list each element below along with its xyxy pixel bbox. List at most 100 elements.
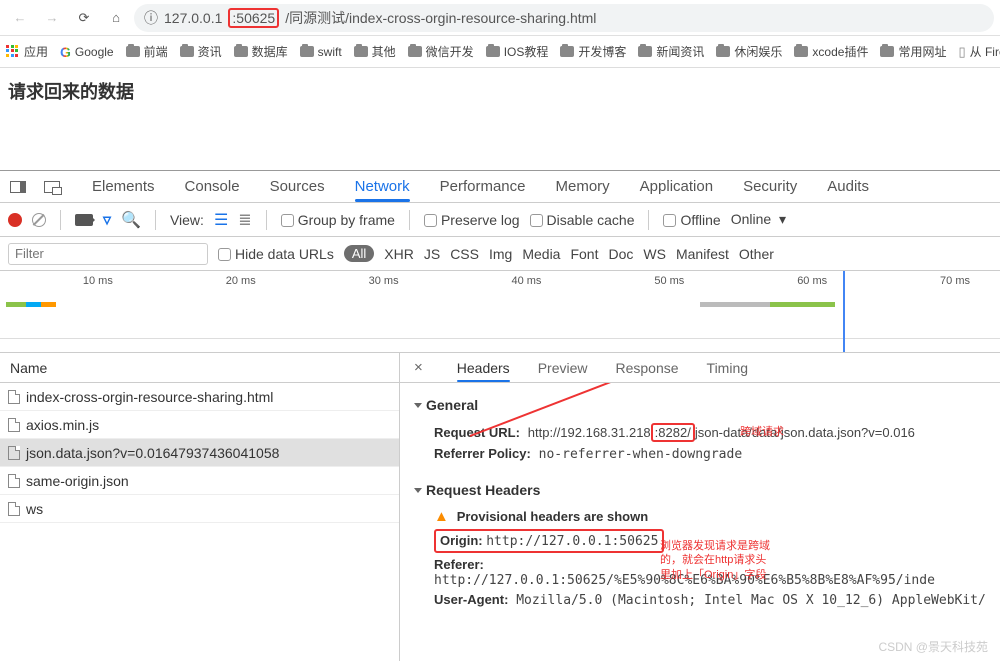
provisional-warning: ▲ Provisional headers are shown <box>414 506 986 527</box>
large-rows-icon[interactable]: ☰ <box>214 210 228 230</box>
device-toggle-icon[interactable] <box>44 181 60 193</box>
page-content: 请求回来的数据 <box>0 68 1000 170</box>
search-icon[interactable]: 🔍 <box>121 210 141 230</box>
tab-network[interactable]: Network <box>355 178 410 195</box>
screenshot-icon[interactable] <box>75 214 93 226</box>
filter-img[interactable]: Img <box>489 246 512 262</box>
bookmark-folder[interactable]: 开发博客 <box>560 43 626 60</box>
back-button[interactable]: ← <box>6 4 34 32</box>
filter-other[interactable]: Other <box>739 246 774 262</box>
request-row[interactable]: json.data.json?v=0.01647937436041058 <box>0 439 399 467</box>
filter-xhr[interactable]: XHR <box>384 246 414 262</box>
file-icon <box>8 418 20 432</box>
filter-all[interactable]: All <box>344 245 374 262</box>
preserve-log-checkbox[interactable]: Preserve log <box>424 212 520 228</box>
tab-security[interactable]: Security <box>743 178 797 195</box>
folder-icon <box>300 46 314 57</box>
filter-ws[interactable]: WS <box>643 246 666 262</box>
bookmark-folder[interactable]: IOS教程 <box>486 43 549 60</box>
file-icon <box>8 474 20 488</box>
throttling-select[interactable]: Online ▾ <box>731 211 786 228</box>
bookmark-folder[interactable]: 其他 <box>354 43 396 60</box>
disclosure-triangle-icon <box>414 403 422 408</box>
filter-font[interactable]: Font <box>570 246 598 262</box>
bookmark-folder[interactable]: 资讯 <box>180 43 222 60</box>
filter-toggle-icon[interactable]: ▿ <box>103 210 111 230</box>
request-row[interactable]: index-cross-orgin-resource-sharing.html <box>0 383 399 411</box>
annotation-cross-origin: 跨域请求 <box>740 423 784 439</box>
network-timeline[interactable]: 10 ms 20 ms 30 ms 40 ms 50 ms 60 ms 70 m… <box>0 271 1000 353</box>
request-row[interactable]: axios.min.js <box>0 411 399 439</box>
request-list: Name index-cross-orgin-resource-sharing.… <box>0 353 400 661</box>
filter-js[interactable]: JS <box>424 246 440 262</box>
timeline-bar <box>6 302 56 307</box>
tl-mark: 70 ms <box>857 275 1000 287</box>
network-filter-bar: Hide data URLs All XHR JS CSS Img Media … <box>0 237 1000 271</box>
bookmark-folder[interactable]: 数据库 <box>234 43 288 60</box>
tab-audits[interactable]: Audits <box>827 178 869 195</box>
tl-mark: 50 ms <box>571 275 714 287</box>
home-button[interactable]: ⌂ <box>102 4 130 32</box>
close-detail-button[interactable]: × <box>414 359 423 376</box>
record-button[interactable] <box>8 213 22 227</box>
page-heading: 请求回来的数据 <box>8 78 992 104</box>
hide-data-urls-checkbox[interactable]: Hide data URLs <box>218 246 334 262</box>
bookmark-folder[interactable]: 常用网址 <box>880 43 946 60</box>
dock-side-icon[interactable] <box>10 181 26 193</box>
folder-icon <box>880 46 894 57</box>
bookmark-firefox-import[interactable]: ▯从 Firefox 导入 <box>958 43 1000 60</box>
detail-tab-headers[interactable]: Headers <box>457 360 510 376</box>
google-icon: G <box>60 44 71 60</box>
waterfall-icon[interactable]: ≣ <box>238 210 251 230</box>
devtools-panel: Elements Console Sources Network Perform… <box>0 170 1000 661</box>
offline-checkbox[interactable]: Offline <box>663 212 720 228</box>
timeline-playhead[interactable] <box>843 271 845 352</box>
tab-sources[interactable]: Sources <box>270 178 325 195</box>
bookmark-folder[interactable]: 休闲娱乐 <box>716 43 782 60</box>
detail-tab-preview[interactable]: Preview <box>538 360 588 376</box>
bookmark-folder[interactable]: 前端 <box>126 43 168 60</box>
folder-icon <box>486 46 500 57</box>
bookmark-folder[interactable]: xcode插件 <box>794 43 868 60</box>
forward-button[interactable]: → <box>38 4 66 32</box>
filter-media[interactable]: Media <box>522 246 560 262</box>
group-by-frame-checkbox[interactable]: Group by frame <box>281 212 395 228</box>
tl-mark: 30 ms <box>286 275 429 287</box>
request-row[interactable]: same-origin.json <box>0 467 399 495</box>
request-list-header[interactable]: Name <box>0 353 399 383</box>
bookmark-folder[interactable]: swift <box>300 45 342 59</box>
annotation-origin-note: 浏览器发现请求是跨域 的，就会在http请求头 里加上「Origin」字段 <box>660 539 770 582</box>
filter-manifest[interactable]: Manifest <box>676 246 729 262</box>
reload-button[interactable]: ⟳ <box>70 4 98 32</box>
apps-button[interactable]: 应用 <box>6 43 48 60</box>
bookmark-folder[interactable]: 新闻资讯 <box>638 43 704 60</box>
folder-icon <box>794 46 808 57</box>
timeline-seg <box>770 302 835 307</box>
tab-performance[interactable]: Performance <box>440 178 526 195</box>
section-general[interactable]: General <box>414 397 986 413</box>
filter-input[interactable] <box>8 243 208 265</box>
tab-memory[interactable]: Memory <box>556 178 610 195</box>
detail-body: General Request URL: http://192.168.31.2… <box>400 383 1000 661</box>
bookmark-google[interactable]: GGoogle <box>60 44 114 60</box>
filter-css[interactable]: CSS <box>450 246 479 262</box>
tab-elements[interactable]: Elements <box>92 178 155 195</box>
section-request-headers[interactable]: Request Headers <box>414 482 986 498</box>
request-row[interactable]: ws <box>0 495 399 523</box>
file-icon <box>8 502 20 516</box>
view-label: View: <box>170 212 204 228</box>
detail-tab-timing[interactable]: Timing <box>707 360 749 376</box>
disable-cache-checkbox[interactable]: Disable cache <box>530 212 635 228</box>
folder-icon <box>560 46 574 57</box>
file-icon <box>8 390 20 404</box>
url-bar[interactable]: ⓘ 127.0.0.1:50625/同源测试/index-cross-orgin… <box>134 4 994 32</box>
bookmark-folder[interactable]: 微信开发 <box>408 43 474 60</box>
tab-console[interactable]: Console <box>185 178 240 195</box>
clear-button[interactable] <box>32 213 46 227</box>
tab-application[interactable]: Application <box>640 178 713 195</box>
detail-tab-response[interactable]: Response <box>615 360 678 376</box>
filter-doc[interactable]: Doc <box>608 246 633 262</box>
user-agent-row: User-Agent: Mozilla/5.0 (Macintosh; Inte… <box>414 590 986 610</box>
warning-icon: ▲ <box>434 508 449 525</box>
timeline-seg <box>700 302 770 307</box>
